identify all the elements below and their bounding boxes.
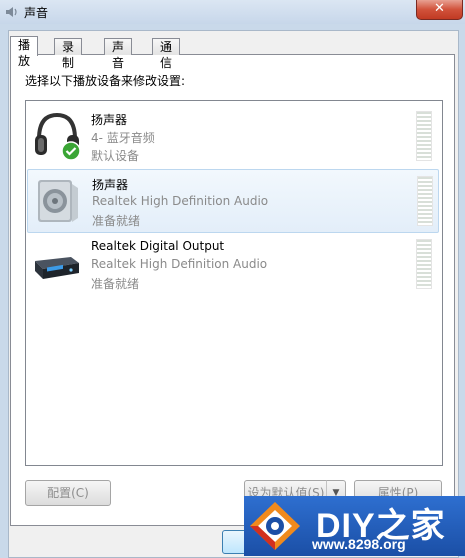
device-item-digital-output[interactable]: Realtek Digital Output Realtek High Defi… bbox=[27, 233, 437, 295]
device-name: 扬声器 bbox=[92, 178, 129, 192]
device-status: 准备就绪 bbox=[92, 214, 141, 228]
configure-button[interactable]: 配置(C) bbox=[25, 480, 111, 506]
device-description: Realtek High Definition Audio bbox=[92, 194, 269, 208]
device-list[interactable]: 扬声器 4- 蓝牙音频 默认设备 扬声器 Realtek High Defini… bbox=[25, 100, 443, 466]
device-item-bluetooth-speaker[interactable]: 扬声器 4- 蓝牙音频 默认设备 bbox=[27, 105, 437, 167]
watermark-banner: DIY之家 www.8298.org bbox=[244, 496, 465, 556]
device-status: 默认设备 bbox=[91, 149, 140, 163]
tab-sounds[interactable]: 声音 bbox=[104, 38, 133, 70]
instruction-text: 选择以下播放设备来修改设置: bbox=[25, 74, 186, 88]
speaker-icon bbox=[38, 180, 78, 222]
speaker-app-icon bbox=[6, 7, 17, 17]
tab-recording[interactable]: 录制 bbox=[54, 38, 83, 70]
level-meter bbox=[416, 111, 432, 161]
headphones-icon bbox=[35, 112, 81, 161]
device-item-realtek-speaker[interactable]: 扬声器 Realtek High Definition Audio 准备就绪 bbox=[27, 169, 439, 233]
level-meter bbox=[416, 239, 432, 289]
device-status: 准备就绪 bbox=[91, 277, 140, 291]
title-bar: 声音 ✕ bbox=[0, 0, 465, 24]
tab-playback[interactable]: 播放 bbox=[10, 36, 39, 68]
device-description: 4- 蓝牙音频 bbox=[91, 131, 155, 145]
tab-communications[interactable]: 通信 bbox=[152, 38, 181, 70]
digital-output-icon bbox=[35, 257, 79, 279]
device-name: Realtek Digital Output bbox=[91, 239, 225, 253]
watermark-url: www.8298.org bbox=[312, 536, 406, 552]
level-meter bbox=[417, 176, 433, 226]
device-name: 扬声器 bbox=[91, 113, 128, 127]
window-title: 声音 bbox=[24, 6, 49, 20]
diy-logo-icon bbox=[250, 502, 300, 550]
close-button[interactable]: ✕ bbox=[416, 0, 463, 20]
device-description: Realtek High Definition Audio bbox=[91, 257, 268, 271]
